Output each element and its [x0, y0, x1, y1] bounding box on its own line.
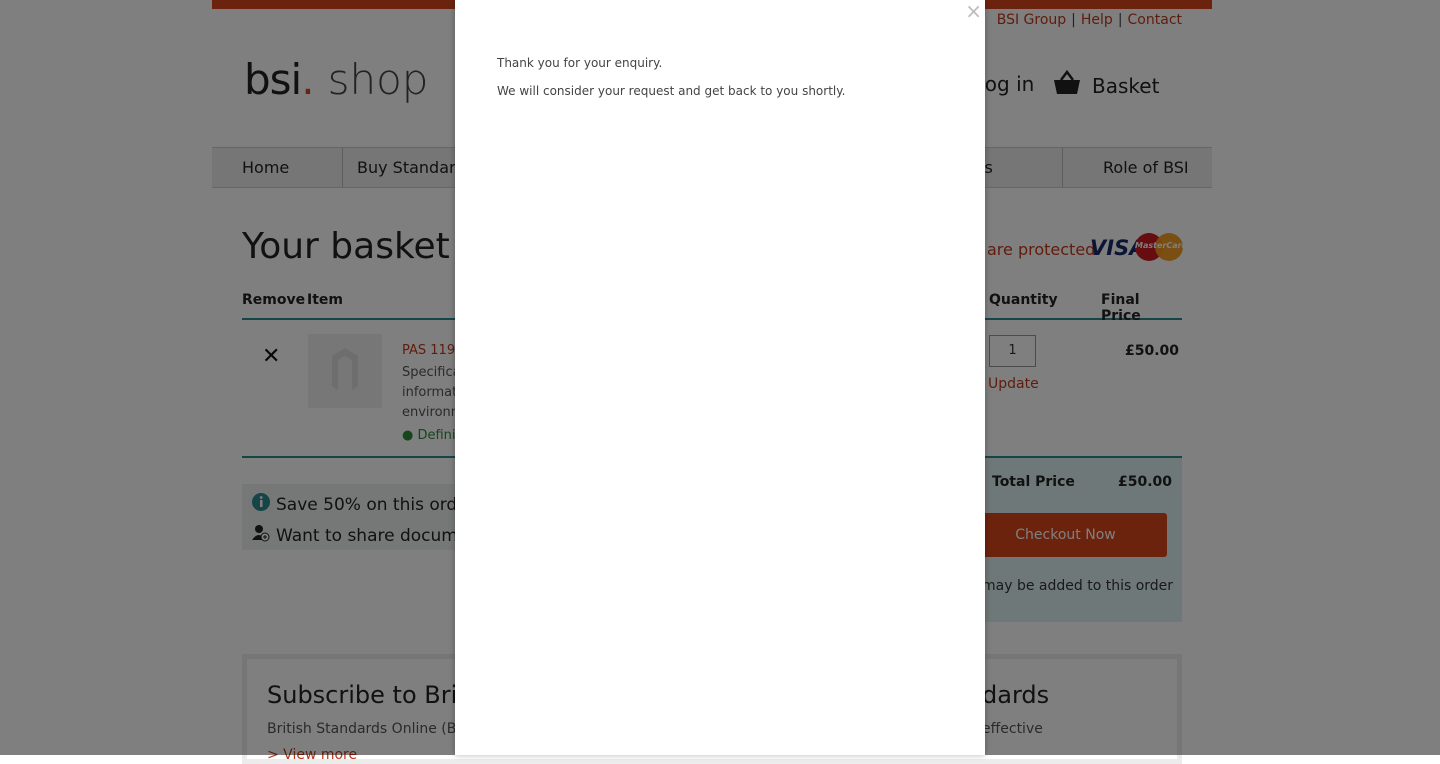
modal-message-followup: We will consider your request and get ba… — [497, 84, 846, 98]
modal-message-thanks: Thank you for your enquiry. — [497, 56, 663, 70]
enquiry-modal: × Thank you for your enquiry. We will co… — [455, 0, 985, 755]
close-icon[interactable]: × — [965, 0, 982, 22]
